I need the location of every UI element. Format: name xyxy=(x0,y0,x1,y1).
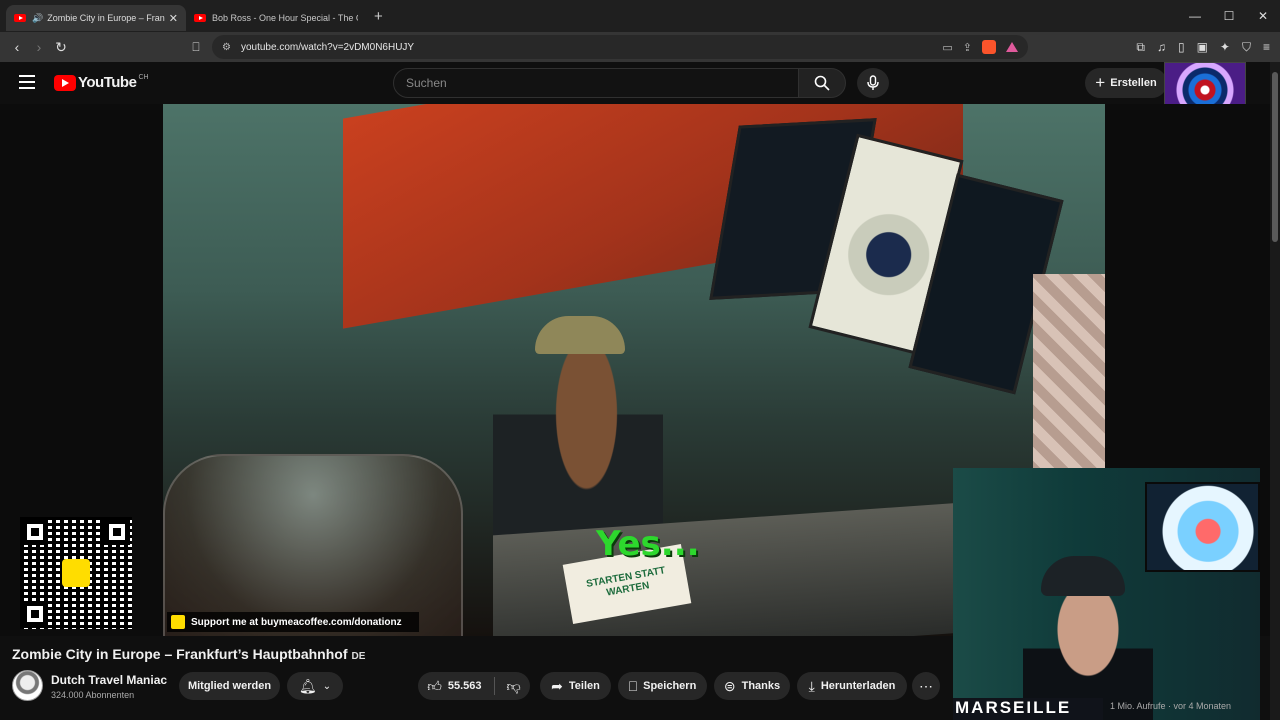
buymeacoffee-cup-icon xyxy=(62,559,90,587)
more-actions-button[interactable]: ⋯ xyxy=(912,672,940,700)
more-icon: ⋯ xyxy=(919,677,933,694)
search-button[interactable] xyxy=(798,68,846,98)
youtube-wordmark: YouTube xyxy=(78,74,137,91)
thanks-button[interactable]: ⊜ Thanks xyxy=(714,672,790,700)
download-label: Herunterladen xyxy=(820,680,896,692)
tab-label: Zombie City in Europe – Frankfurt xyxy=(47,13,165,23)
url-text: youtube.com/watch?v=2vDM0N6HUJY xyxy=(240,41,415,53)
share-button[interactable]: ➦ Teilen xyxy=(540,672,611,700)
youtube-favicon-icon xyxy=(194,14,206,22)
screenshot-icon[interactable]: ⧉ xyxy=(1136,40,1145,55)
voice-search-button[interactable] xyxy=(857,68,889,98)
region-code: CH xyxy=(138,74,149,81)
vpn-icon[interactable]: ⛉ xyxy=(1242,40,1251,55)
like-count[interactable]: 55.563 xyxy=(448,680,482,692)
bookmark-icon[interactable]: ⎕ xyxy=(185,40,207,55)
brave-shields-icon[interactable] xyxy=(982,40,996,54)
cast-icon[interactable]: ▭ xyxy=(942,41,952,54)
page-scrollbar[interactable] xyxy=(1270,62,1280,720)
microphone-icon xyxy=(867,75,879,90)
menu-icon[interactable]: ≡ xyxy=(1263,40,1270,54)
brave-rewards-icon[interactable] xyxy=(1006,42,1018,52)
video-title: Zombie City in Europe – Frankfurt’s Haup… xyxy=(12,646,365,662)
channel-name[interactable]: Dutch Travel Maniac xyxy=(51,673,167,687)
thanks-label: Thanks xyxy=(741,680,781,692)
download-button[interactable]: ⤓ Herunterladen xyxy=(797,672,907,700)
youtube-logo[interactable]: YouTube CH xyxy=(54,74,149,91)
wallet-icon[interactable]: ▣ xyxy=(1197,40,1208,54)
plus-icon: + xyxy=(1095,73,1106,92)
like-dislike-group: 👍︎ 55.563 👎︎ xyxy=(418,672,530,700)
url-bar[interactable]: ⚙ youtube.com/watch?v=2vDM0N6HUJY ▭ ⇪ xyxy=(212,35,1028,59)
tab-close-icon[interactable]: ✕ xyxy=(169,12,178,25)
channel-avatar[interactable] xyxy=(12,670,43,701)
minimize-icon[interactable]: — xyxy=(1178,0,1212,32)
video-scene-jar xyxy=(163,454,463,636)
view-count-date: 1 Mio. Aufrufe · vor 4 Monaten xyxy=(1110,701,1232,711)
browser-tab-strip: 🔊 Zombie City in Europe – Frankfurt ✕ Bo… xyxy=(0,0,1280,32)
share-arrow-icon: ➦ xyxy=(551,677,563,694)
share-icon[interactable]: ⇪ xyxy=(963,41,972,54)
notification-button[interactable]: 🔔︎ ⌄ xyxy=(287,672,343,700)
chevron-down-icon: ⌄ xyxy=(322,680,332,692)
qr-finder xyxy=(22,519,48,545)
video-person-cap xyxy=(535,316,625,354)
speaker-icon[interactable]: 🔊 xyxy=(32,13,43,24)
video-title-text: Zombie City in Europe – Frankfurt’s Haup… xyxy=(12,646,348,662)
forward-icon[interactable]: › xyxy=(28,39,50,55)
reload-icon[interactable]: ↻ xyxy=(50,39,72,56)
webcam-monitor xyxy=(1145,482,1260,572)
search-icon xyxy=(814,75,830,91)
like-icon[interactable]: 👍︎ xyxy=(427,678,442,695)
dislike-icon[interactable]: 👎︎ xyxy=(507,678,521,695)
save-bookmark-icon: ⎕ xyxy=(628,677,638,694)
qr-code xyxy=(20,517,132,629)
join-button[interactable]: Mitglied werden xyxy=(179,672,280,700)
youtube-header: YouTube CH Suchen + Erstellen xyxy=(0,62,1270,104)
search-input[interactable]: Suchen xyxy=(393,68,799,98)
like-divider xyxy=(493,677,495,695)
address-toolbar: ‹ › ↻ ⎕ ⚙ youtube.com/watch?v=2vDM0N6HUJ… xyxy=(0,32,1280,62)
extensions-icon[interactable]: ✦ xyxy=(1220,40,1230,54)
extensions-area: ⧉ ♫ ▯ ▣ ✦ ⛉ ≡ xyxy=(1136,32,1270,62)
qr-finder xyxy=(22,601,48,627)
hamburger-menu-icon[interactable] xyxy=(19,75,35,89)
maximize-icon[interactable]: ☐ xyxy=(1212,0,1246,32)
video-caption: Yes... xyxy=(596,524,700,564)
new-tab-button[interactable]: + xyxy=(374,8,383,25)
close-window-icon[interactable]: ✕ xyxy=(1246,0,1280,32)
save-button[interactable]: ⎕ Speichern xyxy=(618,672,707,700)
share-label: Teilen xyxy=(568,680,600,692)
subscriber-count: 324.000 Abonnenten xyxy=(51,690,135,700)
support-text: Support me at buymeacoffee.com/donationz xyxy=(191,616,402,628)
search-placeholder: Suchen xyxy=(406,76,447,90)
save-label: Speichern xyxy=(643,680,697,692)
window-controls: — ☐ ✕ xyxy=(1178,0,1280,32)
scrollbar-thumb[interactable] xyxy=(1272,72,1278,242)
bell-icon: 🔔︎ xyxy=(298,677,317,694)
create-button[interactable]: + Erstellen xyxy=(1085,68,1167,98)
webcam-banner: MARSEILLE xyxy=(953,698,1103,720)
webcam-overlay: MARSEILLE xyxy=(953,468,1260,720)
tab-label: Bob Ross - One Hour Special - The G xyxy=(212,13,358,23)
download-icon: ⤓ xyxy=(808,677,815,694)
youtube-favicon-icon xyxy=(14,14,26,22)
thanks-icon: ⊜ xyxy=(723,677,736,694)
video-info: Zombie City in Europe – Frankfurt’s Haup… xyxy=(0,636,952,720)
tab-bob-ross[interactable]: Bob Ross - One Hour Special - The G xyxy=(186,5,366,31)
language-badge: DE xyxy=(351,651,366,662)
sidebar-icon[interactable]: ▯ xyxy=(1178,40,1185,54)
back-icon[interactable]: ‹ xyxy=(6,39,28,55)
tab-zombie-city[interactable]: 🔊 Zombie City in Europe – Frankfurt ✕ xyxy=(6,5,186,31)
qr-finder xyxy=(104,519,130,545)
youtube-play-icon xyxy=(54,74,76,91)
buymeacoffee-icon xyxy=(171,615,185,629)
create-label: Erstellen xyxy=(1110,77,1157,89)
site-settings-icon[interactable]: ⚙ xyxy=(222,42,231,53)
music-icon[interactable]: ♫ xyxy=(1157,40,1166,54)
support-banner: Support me at buymeacoffee.com/donationz xyxy=(167,612,419,632)
join-label: Mitglied werden xyxy=(187,680,272,692)
